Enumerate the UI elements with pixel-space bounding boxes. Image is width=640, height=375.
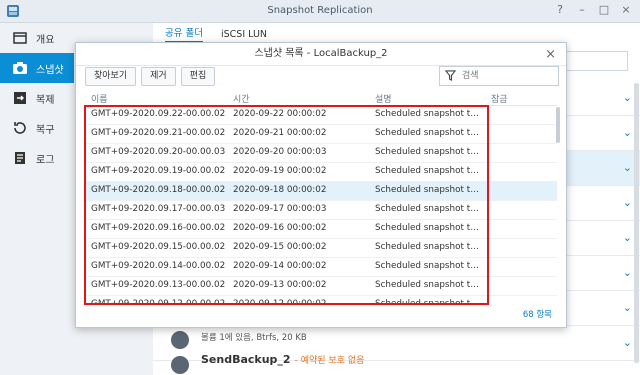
sidebar-item-overview[interactable]: 개요 (0, 23, 74, 53)
sidebar-item-snapshot[interactable]: 스냅샷 (0, 53, 74, 83)
chevron-down-icon[interactable]: ⌄ (623, 126, 632, 139)
dialog-title: 스냅샷 목록 - LocalBackup_2 (76, 43, 566, 66)
highlight-box (84, 105, 489, 305)
minimize-button[interactable]: – (576, 3, 588, 16)
chevron-down-icon[interactable]: ⌄ (623, 336, 632, 349)
item-subtitle: 볼륨 1에 있음, Btrfs, 20 KB (201, 333, 307, 343)
close-icon[interactable]: × (545, 47, 556, 62)
chevron-down-icon[interactable]: ⌄ (623, 231, 632, 244)
sidebar-item-label: 스냅샷 (36, 64, 64, 76)
chevron-down-icon[interactable]: ⌄ (623, 301, 632, 314)
sidebar-item-label: 복구 (36, 124, 55, 136)
item-title: SendBackup_2 (201, 353, 291, 366)
help-button[interactable]: ? (554, 3, 566, 16)
filter-box[interactable] (439, 66, 559, 86)
tab-shared-folder[interactable]: 공유 폴더 (165, 25, 203, 43)
item-warning: - 예약된 보호 없음 (294, 356, 365, 366)
tab-iscsi-lun[interactable]: iSCSI LUN (221, 29, 267, 40)
replication-icon (14, 92, 26, 104)
overview-icon (13, 32, 27, 44)
log-icon (15, 152, 25, 164)
dialog-scrollbar[interactable] (556, 107, 560, 143)
maximize-button[interactable]: □ (598, 3, 610, 16)
item-count: 68 항목 (522, 310, 552, 320)
recovery-icon (14, 122, 26, 134)
recovery-icon (171, 356, 189, 374)
column-header-description[interactable]: 설명 (375, 92, 481, 105)
column-header-lock[interactable]: 잠금 (491, 92, 531, 105)
app-title: Snapshot Replication (267, 5, 373, 16)
main-scrollbar[interactable] (634, 83, 639, 363)
chevron-down-icon[interactable]: ⌄ (623, 266, 632, 279)
sidebar: 개요 스냅샷 복제 복구 로그 (0, 23, 74, 375)
sidebar-item-label: 개요 (36, 34, 55, 46)
chevron-down-icon[interactable]: ⌄ (623, 161, 632, 174)
sidebar-item-replication[interactable]: 복제 (0, 83, 74, 113)
sidebar-item-recovery[interactable]: 복구 (0, 113, 74, 143)
recovery-icon (171, 331, 189, 349)
column-header-name[interactable]: 이름 (91, 92, 227, 105)
edit-button[interactable]: 편집 (180, 67, 216, 86)
column-header-time[interactable]: 시간 (233, 92, 369, 105)
sidebar-item-label: 복제 (36, 94, 55, 106)
close-window-button[interactable]: × (620, 3, 632, 16)
browse-button[interactable]: 찾아보기 (85, 67, 137, 86)
search-input[interactable] (460, 68, 556, 84)
sidebar-item-label: 로그 (36, 154, 55, 166)
chevron-down-icon[interactable]: ⌄ (623, 91, 632, 104)
sidebar-item-log[interactable]: 로그 (0, 143, 74, 173)
camera-icon (13, 62, 27, 74)
table-header: 이름 시간 설명 잠금 (85, 91, 557, 106)
filter-icon (445, 70, 456, 81)
remove-button[interactable]: 제거 (141, 67, 176, 86)
chevron-down-icon[interactable]: ⌄ (623, 196, 632, 209)
title-bar: Snapshot Replication ? – □ × (0, 0, 640, 23)
